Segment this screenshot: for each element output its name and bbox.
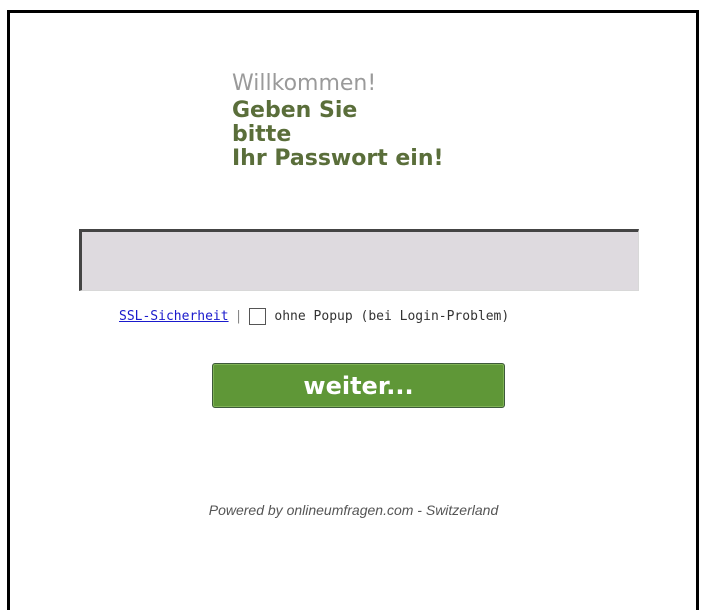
welcome-greeting: Willkommen! (232, 71, 377, 96)
no-popup-checkbox[interactable] (249, 307, 267, 325)
separator: | (234, 308, 243, 324)
prompt-line: Geben Sie (232, 98, 358, 123)
continue-button[interactable]: weiter... (212, 363, 505, 408)
prompt-line: Ihr Passwort ein! (232, 146, 444, 171)
password-input[interactable] (79, 229, 639, 291)
login-options: SSL-Sicherheit | ohne Popup (bei Login-P… (119, 305, 509, 327)
powered-by-footer: Powered by onlineumfragen.com - Switzerl… (208, 502, 499, 518)
prompt-line: bitte (232, 122, 292, 147)
password-prompt-heading: Geben Sie bitte Ihr Passwort ein! (232, 99, 444, 171)
no-popup-label: ohne Popup (bei Login-Problem) (274, 308, 510, 324)
ssl-security-link[interactable]: SSL-Sicherheit (119, 309, 229, 324)
